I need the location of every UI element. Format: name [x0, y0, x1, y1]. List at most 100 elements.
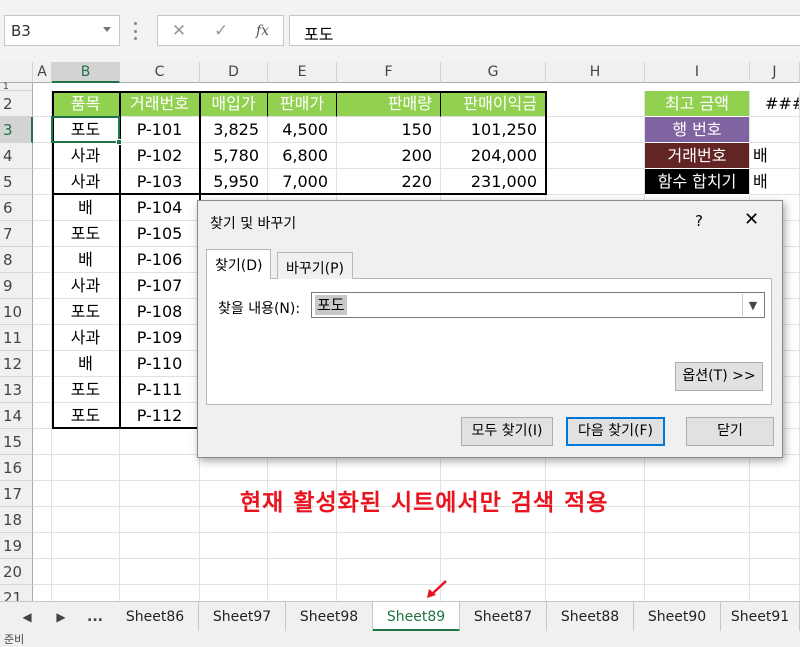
- table-cell[interactable]: 사과: [52, 143, 120, 169]
- next-sheet-icon[interactable]: ▶: [50, 602, 72, 632]
- cell[interactable]: [546, 117, 645, 143]
- cell[interactable]: [546, 91, 645, 117]
- cell[interactable]: [546, 559, 645, 585]
- cell[interactable]: [52, 507, 120, 533]
- cell[interactable]: [441, 533, 546, 559]
- prev-sheet-icon[interactable]: ◀: [16, 602, 38, 632]
- cell[interactable]: [33, 117, 52, 143]
- sheet-tab-sheet88[interactable]: Sheet88: [547, 602, 634, 632]
- cell[interactable]: [750, 481, 800, 507]
- cell[interactable]: [645, 559, 750, 585]
- cell[interactable]: [268, 455, 337, 481]
- cell[interactable]: [52, 455, 120, 481]
- row-header-7[interactable]: 7: [0, 221, 33, 247]
- cell[interactable]: [33, 507, 52, 533]
- cell[interactable]: [546, 143, 645, 169]
- find-next-button[interactable]: 다음 찾기(F): [566, 417, 665, 446]
- table-cell[interactable]: P-107: [120, 273, 200, 299]
- side-value[interactable]: 배: [750, 143, 800, 169]
- table-cell[interactable]: 5,950: [200, 169, 268, 195]
- column-header-b[interactable]: B: [52, 62, 120, 83]
- cell[interactable]: [33, 169, 52, 195]
- column-header-a[interactable]: A: [33, 62, 52, 83]
- side-label[interactable]: 최고 금액: [645, 91, 750, 117]
- cell[interactable]: [52, 481, 120, 507]
- name-box[interactable]: B3: [4, 15, 120, 46]
- cell[interactable]: [33, 351, 52, 377]
- row-header-2[interactable]: 2: [0, 91, 33, 117]
- table-cell[interactable]: P-101: [120, 117, 200, 143]
- cell[interactable]: [337, 533, 441, 559]
- row-header-12[interactable]: 12: [0, 351, 33, 377]
- table-cell[interactable]: P-112: [120, 403, 200, 429]
- cell[interactable]: [52, 429, 120, 455]
- row-header-6[interactable]: 6: [0, 195, 33, 221]
- cell[interactable]: [33, 403, 52, 429]
- tab-find[interactable]: 찾기(D): [206, 249, 272, 279]
- sheet-tab-sheet91[interactable]: Sheet91: [721, 602, 800, 632]
- find-all-button[interactable]: 모두 찾기(I): [461, 417, 553, 446]
- table-header-cell[interactable]: 거래번호: [120, 91, 200, 117]
- row-header-15[interactable]: 15: [0, 429, 33, 455]
- cell[interactable]: [33, 247, 52, 273]
- table-cell[interactable]: P-103: [120, 169, 200, 195]
- cell[interactable]: [750, 533, 800, 559]
- cell[interactable]: [33, 273, 52, 299]
- column-header-j[interactable]: J: [750, 62, 800, 83]
- table-cell[interactable]: 사과: [52, 273, 120, 299]
- column-header-c[interactable]: C: [120, 62, 200, 83]
- cell[interactable]: [33, 195, 52, 221]
- table-header-cell[interactable]: 판매이익금: [441, 91, 546, 117]
- row-header-8[interactable]: 8: [0, 247, 33, 273]
- cell[interactable]: [120, 455, 200, 481]
- row-header-16[interactable]: 16: [0, 455, 33, 481]
- sheet-tab-sheet89[interactable]: Sheet89: [373, 602, 460, 632]
- cell[interactable]: [546, 169, 645, 195]
- table-cell[interactable]: 배: [52, 351, 120, 377]
- cell[interactable]: [645, 507, 750, 533]
- cell[interactable]: [33, 325, 52, 351]
- table-header-cell[interactable]: 판매량: [337, 91, 441, 117]
- cell[interactable]: [120, 481, 200, 507]
- table-cell[interactable]: 7,000: [268, 169, 337, 195]
- row-header-10[interactable]: 10: [0, 299, 33, 325]
- table-cell[interactable]: 포도: [52, 299, 120, 325]
- cell[interactable]: [33, 429, 52, 455]
- table-cell[interactable]: P-104: [120, 195, 200, 221]
- drag-handle-icon[interactable]: [133, 22, 137, 40]
- row-header-18[interactable]: 18: [0, 507, 33, 533]
- table-cell[interactable]: P-108: [120, 299, 200, 325]
- row-header-4[interactable]: 4: [0, 143, 33, 169]
- column-header-i[interactable]: I: [645, 62, 750, 83]
- table-cell[interactable]: 포도: [52, 117, 120, 143]
- row-header-11[interactable]: 11: [0, 325, 33, 351]
- insert-function-icon[interactable]: fx: [256, 23, 269, 39]
- table-cell[interactable]: 3,825: [200, 117, 268, 143]
- cell[interactable]: [546, 455, 645, 481]
- table-cell[interactable]: 포도: [52, 403, 120, 429]
- table-cell[interactable]: 배: [52, 195, 120, 221]
- row-header-17[interactable]: 17: [0, 481, 33, 507]
- chevron-down-icon[interactable]: ▼: [742, 294, 763, 316]
- options-button[interactable]: 옵션(T) >>: [675, 362, 763, 391]
- table-cell[interactable]: 150: [337, 117, 441, 143]
- cell[interactable]: [200, 559, 268, 585]
- column-header-e[interactable]: E: [268, 62, 337, 83]
- cell[interactable]: [645, 533, 750, 559]
- help-icon[interactable]: ?: [695, 212, 703, 230]
- row-header-19[interactable]: 19: [0, 533, 33, 559]
- row-header-13[interactable]: 13: [0, 377, 33, 403]
- row-header-3[interactable]: 3: [0, 117, 33, 143]
- side-value[interactable]: [750, 117, 800, 143]
- table-cell[interactable]: P-111: [120, 377, 200, 403]
- row-header-20[interactable]: 20: [0, 559, 33, 585]
- table-cell[interactable]: 배: [52, 247, 120, 273]
- table-cell[interactable]: 204,000: [441, 143, 546, 169]
- cell[interactable]: [200, 455, 268, 481]
- cancel-icon[interactable]: ✕: [172, 21, 186, 41]
- cell[interactable]: [645, 455, 750, 481]
- cell[interactable]: [33, 299, 52, 325]
- cell[interactable]: [750, 507, 800, 533]
- table-cell[interactable]: 220: [337, 169, 441, 195]
- column-header-f[interactable]: F: [337, 62, 441, 83]
